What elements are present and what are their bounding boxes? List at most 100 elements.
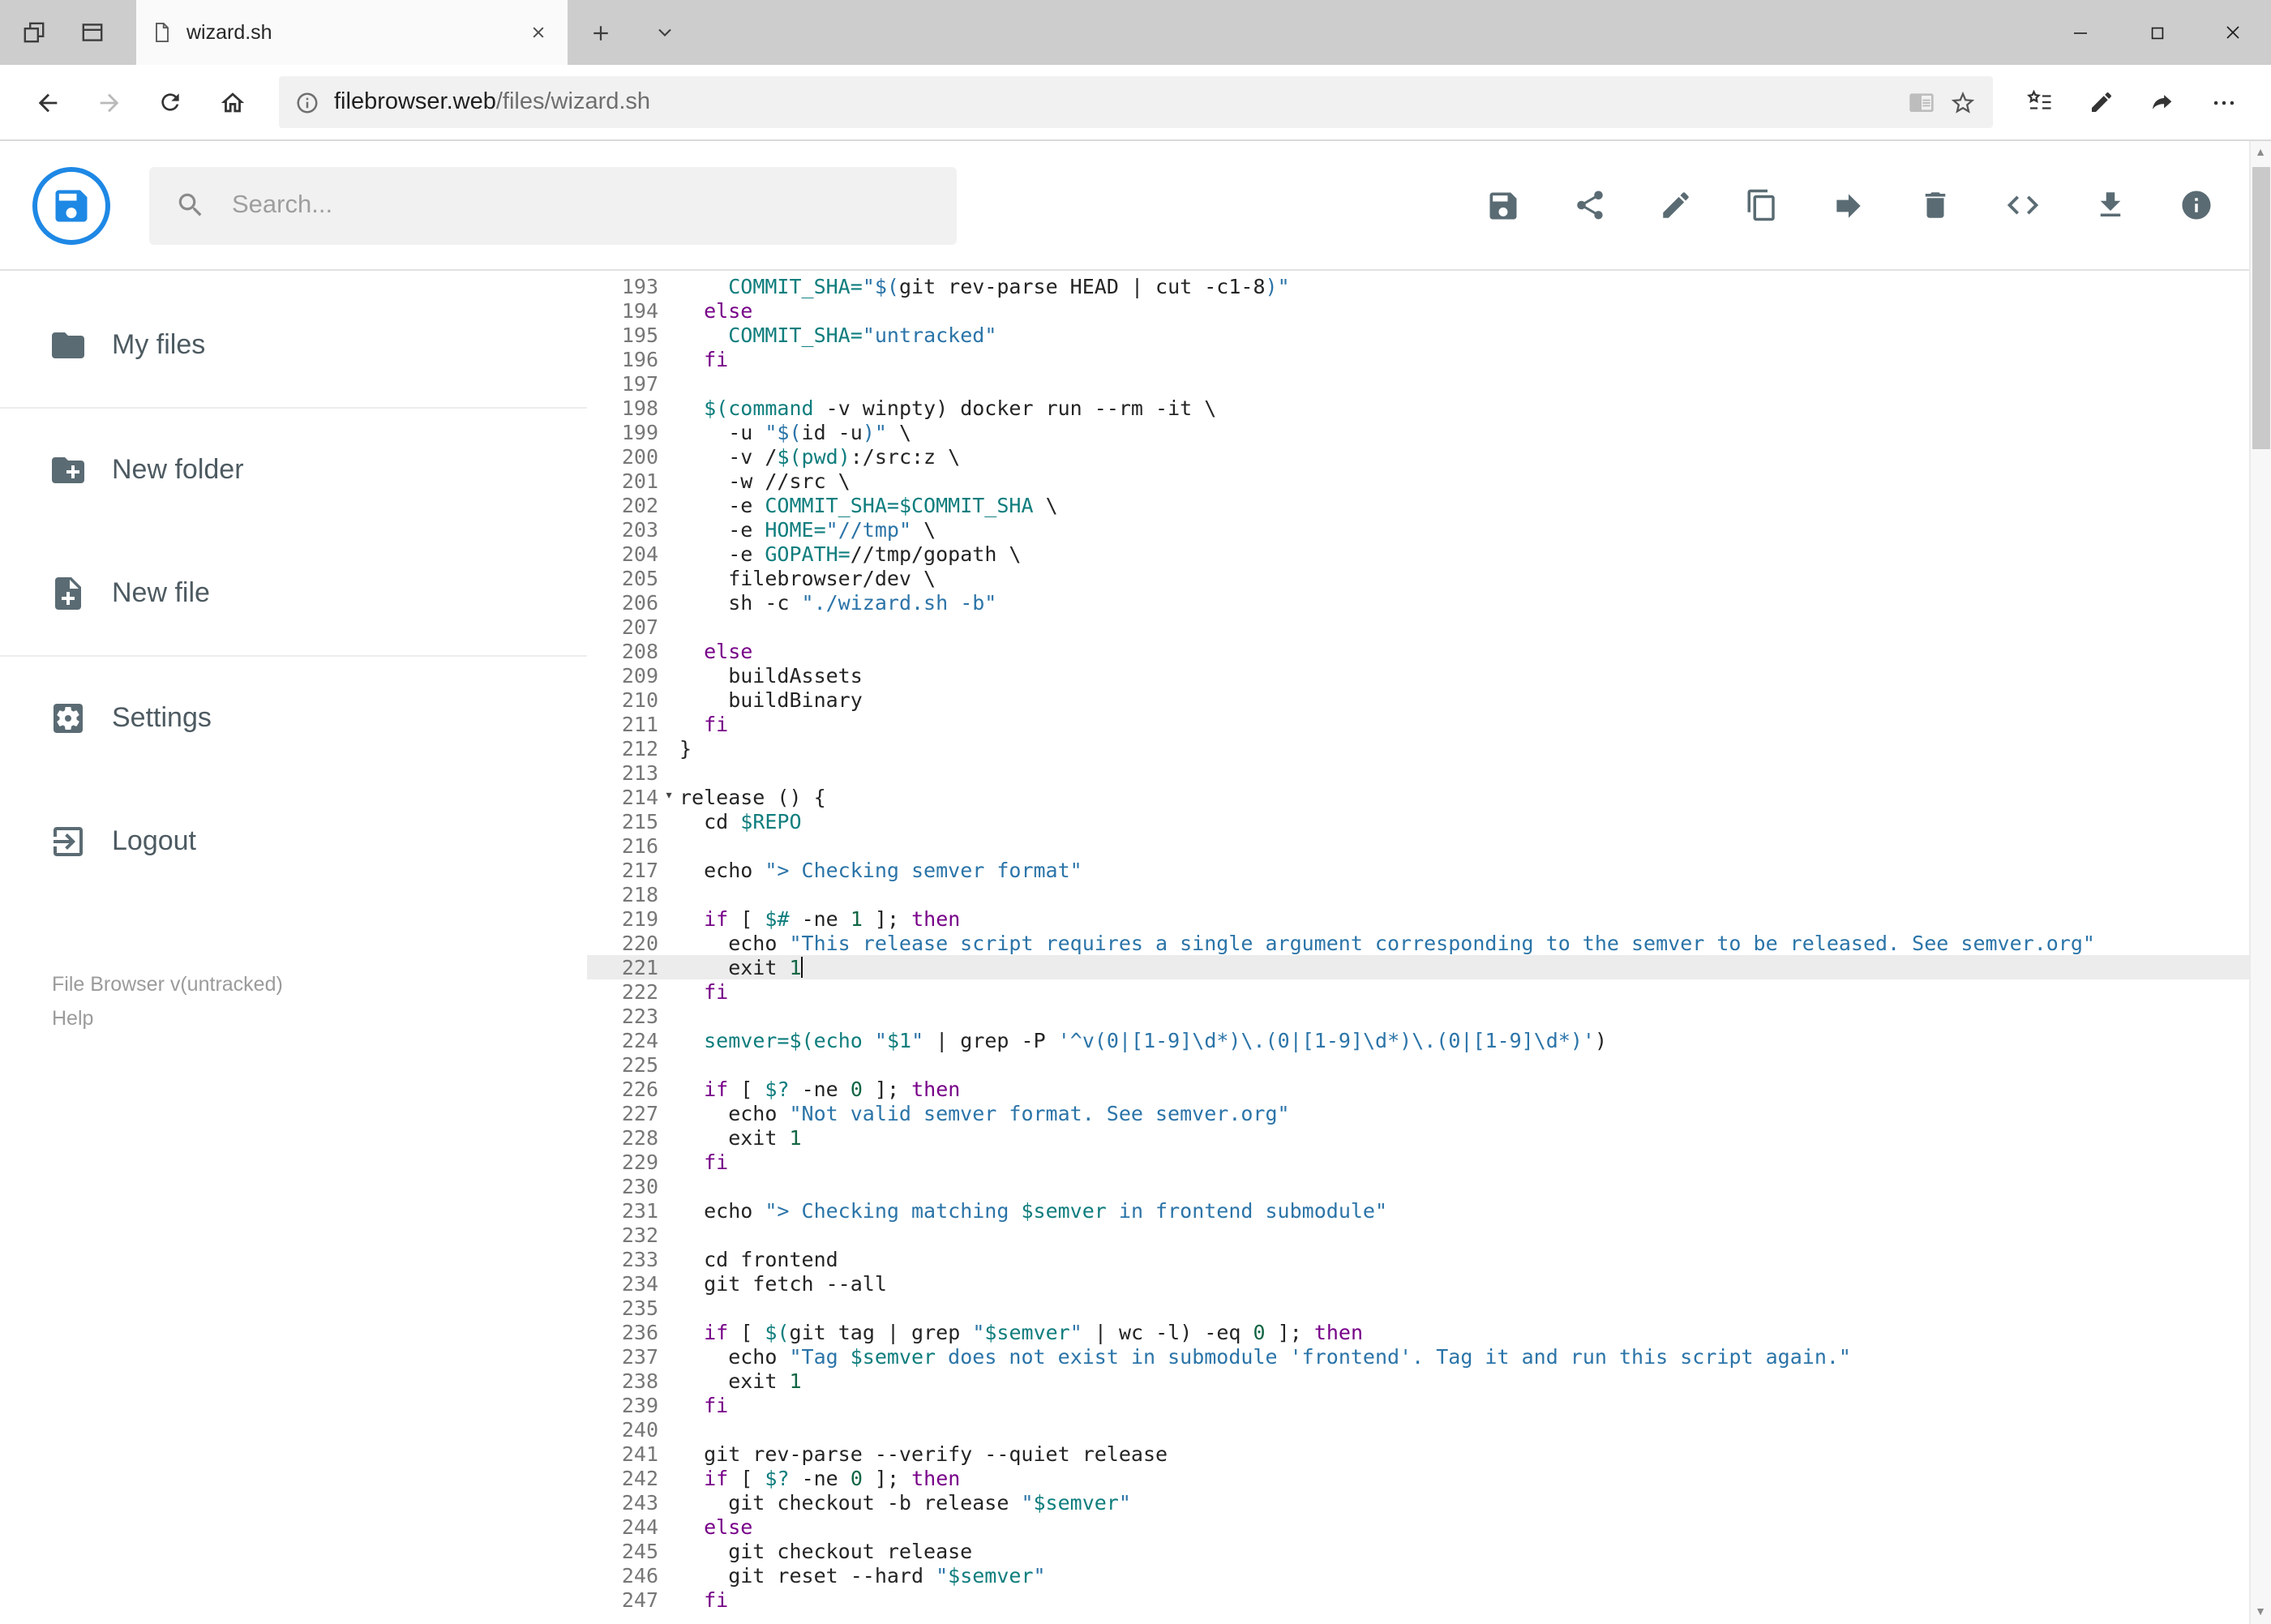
code-line-232[interactable]: 232 xyxy=(587,1223,2271,1247)
code-line-195[interactable]: 195 COMMIT_SHA="untracked" xyxy=(587,323,2271,347)
scrollbar-up-arrow[interactable]: ▲ xyxy=(2250,141,2271,164)
sidebar-item-new-folder[interactable]: New folder xyxy=(0,409,587,532)
code-line-206[interactable]: 206 sh -c "./wizard.sh -b" xyxy=(587,590,2271,615)
code-line-235[interactable]: 235 xyxy=(587,1296,2271,1320)
code-line-236[interactable]: 236 if [ $(git tag | grep "$semver" | wc… xyxy=(587,1320,2271,1344)
code-line-224[interactable]: 224 semver=$(echo "$1" | grep -P '^v(0|[… xyxy=(587,1028,2271,1052)
code-line-231[interactable]: 231 echo "> Checking matching $semver in… xyxy=(587,1198,2271,1223)
code-line-203[interactable]: 203 -e HOME="//tmp" \ xyxy=(587,517,2271,542)
code-line-211[interactable]: 211 fi xyxy=(587,712,2271,736)
move-button[interactable] xyxy=(1830,187,1866,223)
site-info-icon[interactable] xyxy=(295,90,319,114)
tab-list-chevron-button[interactable] xyxy=(632,0,697,65)
code-line-226[interactable]: 226 if [ $? -ne 0 ]; then xyxy=(587,1077,2271,1101)
code-line-223[interactable]: 223 xyxy=(587,1004,2271,1028)
code-line-193[interactable]: 193 COMMIT_SHA="$(git rev-parse HEAD | c… xyxy=(587,274,2271,298)
code-line-239[interactable]: 239 fi xyxy=(587,1393,2271,1417)
back-button[interactable] xyxy=(16,71,78,133)
code-line-244[interactable]: 244 else xyxy=(587,1515,2271,1539)
tab-wizard-sh[interactable]: wizard.sh xyxy=(136,0,568,65)
scrollbar-down-arrow[interactable]: ▼ xyxy=(2250,1601,2271,1624)
code-line-245[interactable]: 245 git checkout release xyxy=(587,1539,2271,1563)
search-input[interactable] xyxy=(229,189,931,221)
code-line-243[interactable]: 243 git checkout -b release "$semver" xyxy=(587,1490,2271,1515)
maximize-button[interactable] xyxy=(2119,0,2195,65)
share-button[interactable] xyxy=(1572,188,1606,222)
code-line-210[interactable]: 210 buildBinary xyxy=(587,688,2271,712)
forward-button[interactable] xyxy=(78,71,139,133)
code-line-214[interactable]: 214 ▾ release () { xyxy=(587,785,2271,809)
tab-close-icon[interactable] xyxy=(524,18,553,47)
code-line-202[interactable]: 202 -e COMMIT_SHA=$COMMIT_SHA \ xyxy=(587,493,2271,517)
code-line-197[interactable]: 197 xyxy=(587,371,2271,396)
code-line-215[interactable]: 215 cd $REPO xyxy=(587,809,2271,833)
code-line-196[interactable]: 196 fi xyxy=(587,347,2271,371)
address-bar[interactable]: filebrowser.web/files/wizard.sh xyxy=(279,76,1992,128)
favorite-star-button[interactable] xyxy=(1948,88,1976,116)
code-view-button[interactable] xyxy=(2003,186,2041,224)
code-line-241[interactable]: 241 git rev-parse --verify --quiet relea… xyxy=(587,1442,2271,1466)
search-box[interactable] xyxy=(149,166,957,244)
download-button[interactable] xyxy=(2093,188,2127,222)
code-line-204[interactable]: 204 -e GOPATH=//tmp/gopath \ xyxy=(587,542,2271,566)
code-line-242[interactable]: 242 if [ $? -ne 0 ]; then xyxy=(587,1466,2271,1490)
code-line-228[interactable]: 228 exit 1 xyxy=(587,1125,2271,1150)
scrollbar-thumb[interactable] xyxy=(2252,167,2269,449)
fold-marker-icon[interactable]: ▾ xyxy=(658,785,679,809)
code-editor[interactable]: 193 COMMIT_SHA="$(git rev-parse HEAD | c… xyxy=(587,271,2271,1624)
close-window-button[interactable] xyxy=(2195,0,2271,65)
rename-button[interactable] xyxy=(1658,188,1692,222)
share-page-button[interactable] xyxy=(2132,71,2193,133)
code-line-233[interactable]: 233 cd frontend xyxy=(587,1247,2271,1271)
code-text: git checkout release xyxy=(679,1539,973,1563)
vertical-scrollbar[interactable]: ▲ ▼ xyxy=(2248,141,2271,1624)
more-menu-button[interactable] xyxy=(2193,71,2255,133)
code-line-198[interactable]: 198 $(command -v winpty) docker run --rm… xyxy=(587,396,2271,420)
info-button[interactable] xyxy=(2179,188,2213,222)
annotate-button[interactable] xyxy=(2070,71,2132,133)
sidebar-item-my-files[interactable]: My files xyxy=(0,284,587,409)
code-line-212[interactable]: 212} xyxy=(587,736,2271,761)
code-line-229[interactable]: 229 fi xyxy=(587,1150,2271,1174)
code-line-227[interactable]: 227 echo "Not valid semver format. See s… xyxy=(587,1101,2271,1125)
code-line-240[interactable]: 240 xyxy=(587,1417,2271,1442)
code-line-205[interactable]: 205 filebrowser/dev \ xyxy=(587,566,2271,590)
sidebar-item-settings[interactable]: Settings xyxy=(0,657,587,780)
code-line-207[interactable]: 207 xyxy=(587,615,2271,639)
refresh-button[interactable] xyxy=(139,71,201,133)
save-button[interactable] xyxy=(1485,187,1520,223)
code-line-247[interactable]: 247 fi xyxy=(587,1588,2271,1612)
tab-preview-button[interactable] xyxy=(68,0,117,65)
hub-button[interactable] xyxy=(2008,71,2070,133)
code-line-200[interactable]: 200 -v /$(pwd):/src:z \ xyxy=(587,444,2271,469)
code-line-219[interactable]: 219 if [ $# -ne 1 ]; then xyxy=(587,906,2271,931)
code-line-225[interactable]: 225 xyxy=(587,1052,2271,1077)
code-line-217[interactable]: 217 echo "> Checking semver format" xyxy=(587,858,2271,882)
code-line-213[interactable]: 213 xyxy=(587,761,2271,785)
delete-button[interactable] xyxy=(1917,188,1952,222)
code-line-216[interactable]: 216 xyxy=(587,833,2271,858)
code-line-199[interactable]: 199 -u "$(id -u)" \ xyxy=(587,420,2271,444)
new-tab-button[interactable] xyxy=(568,0,632,65)
code-line-234[interactable]: 234 git fetch --all xyxy=(587,1271,2271,1296)
code-line-221[interactable]: 221 exit 1 xyxy=(587,955,2271,979)
tabs-set-aside-button[interactable] xyxy=(10,0,58,65)
copy-button[interactable] xyxy=(1744,188,1778,222)
minimize-button[interactable] xyxy=(2042,0,2119,65)
code-line-230[interactable]: 230 xyxy=(587,1174,2271,1198)
home-button[interactable] xyxy=(201,71,263,133)
code-line-194[interactable]: 194 else xyxy=(587,298,2271,323)
help-link[interactable]: Help xyxy=(52,1001,93,1035)
sidebar-item-new-file[interactable]: New file xyxy=(0,532,587,657)
url-text[interactable]: filebrowser.web/files/wizard.sh xyxy=(334,89,1893,115)
code-line-237[interactable]: 237 echo "Tag $semver does not exist in … xyxy=(587,1344,2271,1369)
code-line-238[interactable]: 238 exit 1 xyxy=(587,1369,2271,1393)
code-line-208[interactable]: 208 else xyxy=(587,639,2271,663)
code-line-218[interactable]: 218 xyxy=(587,882,2271,906)
code-line-201[interactable]: 201 -w //src \ xyxy=(587,469,2271,493)
sidebar-item-logout[interactable]: Logout xyxy=(0,780,587,903)
code-line-209[interactable]: 209 buildAssets xyxy=(587,663,2271,688)
code-line-222[interactable]: 222 fi xyxy=(587,979,2271,1004)
code-line-246[interactable]: 246 git reset --hard "$semver" xyxy=(587,1563,2271,1588)
code-line-220[interactable]: 220 echo "This release script requires a… xyxy=(587,931,2271,955)
